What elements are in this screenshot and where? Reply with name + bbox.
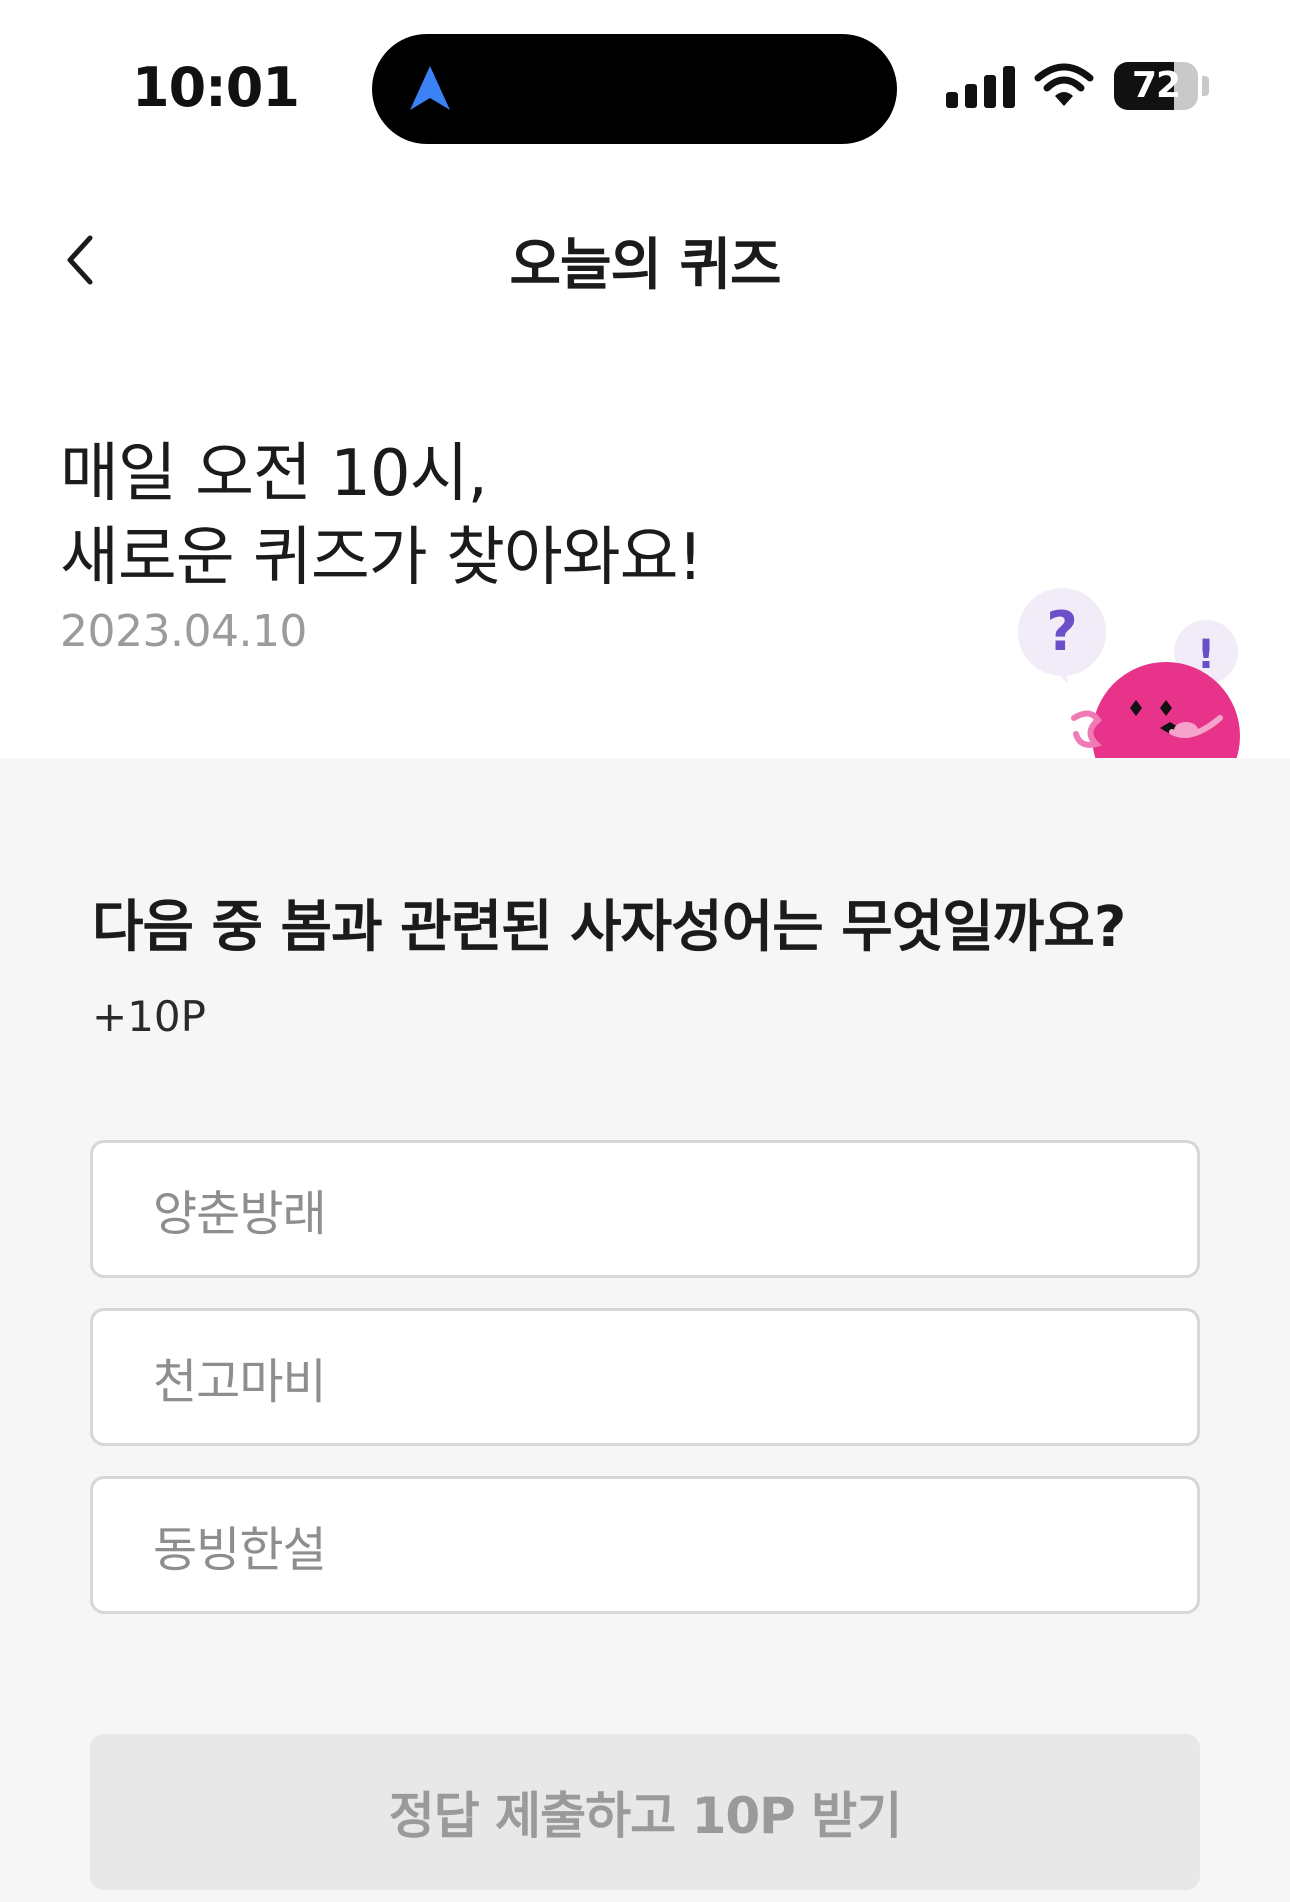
signal-icon [946,66,1015,108]
quiz-question: 다음 중 봄과 관련된 사자성어는 무엇일까요? [92,895,1126,960]
battery-icon: 72 [1114,62,1198,110]
answer-option-1[interactable]: 양춘방래 [90,1140,1200,1278]
header: 오늘의 퀴즈 [0,200,1290,320]
wifi-icon [1034,63,1094,106]
status-bar: 10:01 72 [0,0,1290,160]
location-arrow-icon [410,66,450,110]
mascot-illustration: ? ! [1018,588,1240,760]
quiz-area: 다음 중 봄과 관련된 사자성어는 무엇일까요? +10P 양춘방래 천고마비 … [0,758,1290,1902]
answer-option-3[interactable]: 동빙한설 [90,1476,1200,1614]
quiz-screen: 10:01 72 오늘의 퀴즈 매일 오전 10시, 새로운 퀴즈가 찾아와요!… [0,0,1290,1902]
quiz-points: +10P [92,992,206,1041]
answer-option-2[interactable]: 천고마비 [90,1308,1200,1446]
quiz-date: 2023.04.10 [60,606,307,657]
intro-line-1: 매일 오전 10시, [60,437,488,511]
submit-answer-button[interactable]: 정답 제출하고 10P 받기 [90,1734,1200,1890]
dynamic-island [372,34,897,144]
intro-line-2: 새로운 퀴즈가 찾아와요! [60,521,703,595]
intro: 매일 오전 10시, 새로운 퀴즈가 찾아와요! 2023.04.10 [60,432,960,657]
page-title: 오늘의 퀴즈 [509,233,781,298]
chevron-left-icon [67,235,93,285]
question-mark-icon: ? [1046,600,1077,663]
battery-level: 72 [1131,65,1181,106]
status-time: 10:01 [132,56,300,119]
battery-nub [1202,76,1209,96]
back-button[interactable] [40,210,120,310]
